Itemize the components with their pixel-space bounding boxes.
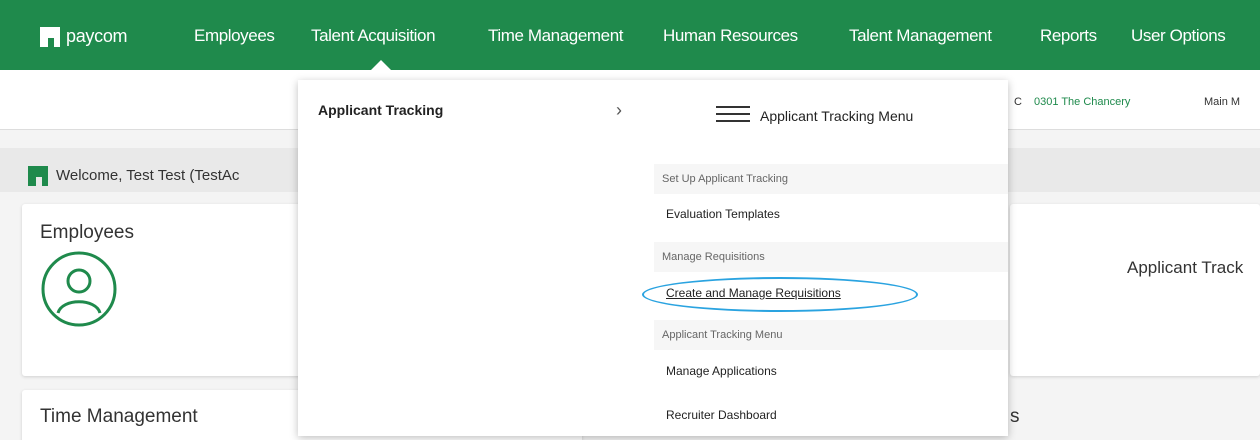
top-navigation: paycom Employees Talent Acquisition Time… [0,0,1260,70]
nav-employees[interactable]: Employees [194,26,275,46]
nav-human-resources[interactable]: Human Resources [663,26,798,46]
chevron-right-icon[interactable]: › [616,100,622,121]
link-recruiter-dashboard[interactable]: Recruiter Dashboard [666,408,777,422]
partial-card-title: s [1010,406,1020,427]
section-header-applicant-tracking-menu: Applicant Tracking Menu [654,320,1008,350]
employees-card-title: Employees [40,222,134,243]
paycom-logo-icon [40,26,60,47]
link-manage-applications[interactable]: Manage Applications [666,364,777,378]
nav-time-management[interactable]: Time Management [488,26,624,46]
location-link[interactable]: 0301 The Chancery [1034,96,1130,108]
subbar-cut-text: C [1014,96,1022,108]
section-header-setup: Set Up Applicant Tracking [654,164,1008,194]
paycom-wordmark: paycom [66,26,128,46]
applicant-tracking-menu-title[interactable]: Applicant Tracking Menu [760,108,913,124]
link-evaluation-templates[interactable]: Evaluation Templates [666,207,780,221]
user-circle-icon [41,251,117,327]
main-menu-link[interactable]: Main M [1204,96,1240,108]
section-header-manage-requisitions: Manage Requisitions [654,242,1008,272]
talent-acquisition-dropdown: Applicant Tracking › Applicant Tracking … [298,80,1008,436]
nav-user-options[interactable]: User Options [1131,26,1226,46]
nav-talent-management[interactable]: Talent Management [849,26,992,46]
nav-reports[interactable]: Reports [1040,26,1097,46]
applicant-tracking-card[interactable] [1010,204,1260,376]
nav-talent-acquisition[interactable]: Talent Acquisition [311,26,436,46]
paycom-small-logo-icon [28,166,48,186]
hamburger-menu-icon [716,106,750,124]
highlight-ellipse [642,277,918,312]
applicant-tracking-category[interactable]: Applicant Tracking [318,102,443,118]
time-management-card-title: Time Management [40,406,198,427]
paycom-logo[interactable]: paycom [40,26,128,47]
applicant-tracking-card-title: Applicant Track [1127,258,1244,277]
active-nav-caret-icon [371,60,391,70]
welcome-message: Welcome, Test Test (TestAc [56,167,240,184]
